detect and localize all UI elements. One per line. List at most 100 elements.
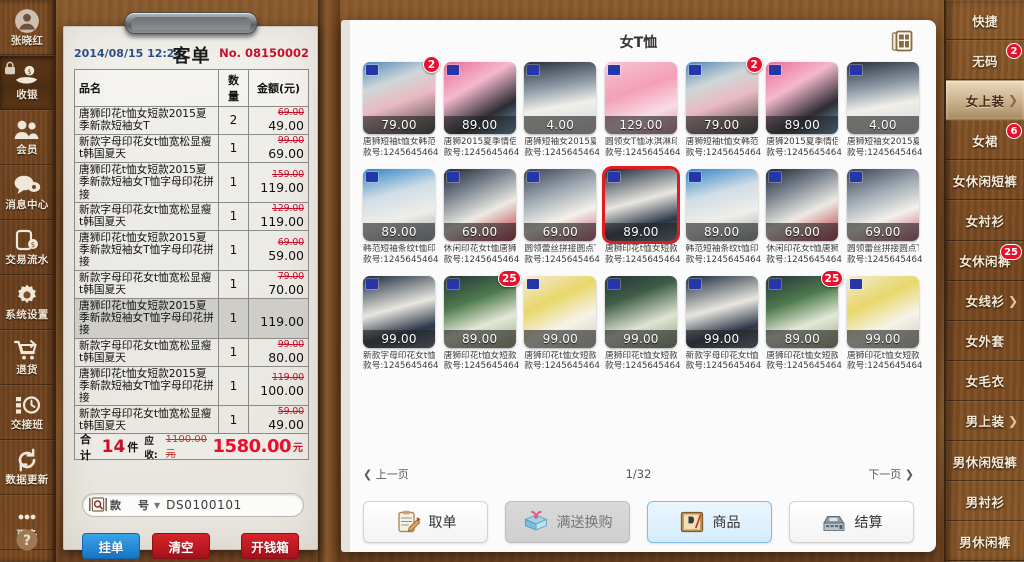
product-card[interactable]: 89.00 25 唐狮印花t恤女短款字款号:1245645464 <box>443 269 521 373</box>
table-row[interactable]: 唐狮印花t恤女短款2015夏季新款短袖女T恤字母印花拼接 1 69.00 59.00 <box>74 229 309 271</box>
product-name: 唐狮2015夏季情侣 <box>443 137 516 147</box>
product-card[interactable]: 69.00 圆领蕾丝拼接圆点T 款号:1245645464 <box>524 168 600 266</box>
category-item-2[interactable]: 女上装 ❯ <box>946 80 1024 121</box>
category-item-0[interactable]: 快捷 <box>946 0 1024 41</box>
goods-button[interactable]: 商品 <box>647 501 772 543</box>
product-thumbnail[interactable]: 129.00 <box>604 62 677 134</box>
product-card[interactable]: 99.00 唐狮印花t恤女短款字款号:1245645464 <box>846 275 923 373</box>
product-card[interactable]: 89.00 韩范短袖条纹t恤印花款号:1245645464 <box>685 168 761 266</box>
category-item-9[interactable]: 女毛衣 <box>946 360 1024 401</box>
product-thumbnail[interactable]: 89.00 <box>443 62 516 134</box>
table-row[interactable]: 新款字母印花女t恤宽松显瘦t韩国夏天 1 129.00 119.00 <box>74 201 309 231</box>
product-card[interactable]: 99.00 新款字母印花女t恤宽款号:1245645464 <box>363 275 439 373</box>
product-thumbnail[interactable]: 89.00 <box>766 62 839 134</box>
product-thumbnail[interactable]: 99.00 <box>363 275 435 348</box>
transactions-icon: $ <box>0 227 54 251</box>
table-row[interactable]: 新款字母印花女t恤宽松显瘦t韩国夏天 1 59.00 49.00 <box>74 405 309 435</box>
next-page-button[interactable]: 下一页 ❯ <box>868 466 914 482</box>
product-name: 圆领蕾丝拼接圆点T <box>524 243 597 254</box>
table-row[interactable]: 唐狮印花t恤女短款2015夏季新款短袖女T恤字母印花拼接 1 159.00 119.0… <box>74 161 309 203</box>
pickup-order-button[interactable]: 取单 <box>363 501 488 543</box>
product-thumbnail[interactable]: 69.00 <box>766 168 839 241</box>
item-original-price: 159.00 <box>271 168 304 180</box>
category-item-3[interactable]: 女裙 6 <box>946 120 1024 161</box>
clipboard-clip-inner <box>131 17 250 30</box>
product-card[interactable]: 89.00 唐狮2015夏季情侣 款号:1245645464 <box>443 62 519 159</box>
caret-down-icon[interactable]: ▼ <box>154 501 160 510</box>
table-row[interactable]: 唐狮印花t恤女短款2015夏季新款短袖女T恤字母印花拼接 1 119.00 100.0… <box>74 365 309 407</box>
product-thumbnail[interactable]: 99.00 <box>524 275 597 348</box>
product-card[interactable]: 129.00 圆领女T恤冰淇淋印 款号:1245645464 <box>604 62 681 159</box>
category-badge: 6 <box>1006 123 1022 140</box>
category-item-6[interactable]: 女休闲裤 25 <box>946 240 1024 281</box>
product-card[interactable]: 79.00 2 唐狮短袖t恤女韩范恤款号:1245645464 <box>363 56 440 159</box>
sidebar-item-cashier[interactable]: $ 收银 <box>0 55 54 110</box>
table-row[interactable]: 唐狮印花t恤女短款2015夏季新款短袖女T恤字母印花拼接 1 119.00 <box>74 297 309 339</box>
product-card[interactable]: 4.00 唐狮短袖女2015夏 款号:1245645464 <box>524 62 600 159</box>
category-item-10[interactable]: 男上装 ❯ <box>946 400 1024 442</box>
product-thumbnail[interactable]: 99.00 <box>685 275 758 348</box>
product-name: 唐狮印花t恤女短款字 <box>604 350 677 361</box>
product-card[interactable]: 99.00 新款字母印花女t恤宽款号:1245645464 <box>685 275 761 373</box>
product-thumbnail[interactable]: 4.00 <box>846 62 919 134</box>
product-card[interactable]: 89.00 韩范短袖条纹t恤印花款号:1245645464 <box>363 168 439 266</box>
sidebar-item-settings[interactable]: 系统设置 <box>0 275 54 330</box>
table-row[interactable]: 新款字母印花女t恤宽松显瘦t韩国夏天 1 79.00 70.00 <box>74 269 309 299</box>
hold-order-button[interactable]: 挂单 <box>82 533 140 559</box>
product-thumbnail[interactable]: 69.00 <box>443 168 516 241</box>
checkout-button[interactable]: 结算 <box>789 501 914 543</box>
prev-page-button[interactable]: ❮ 上一页 <box>363 466 409 482</box>
product-thumbnail[interactable]: 69.00 <box>524 168 597 241</box>
table-row[interactable]: 新款字母印花女t恤宽松显瘦t韩国夏天 1 99.00 69.00 <box>74 133 309 163</box>
product-card[interactable]: 89.00 唐狮2015夏季情侣 款号:1245645464 <box>766 62 842 159</box>
product-card[interactable]: 99.00 唐狮印花t恤女短款字款号:1245645464 <box>604 275 681 373</box>
grid-view-icon[interactable] <box>890 29 914 53</box>
product-thumbnail[interactable]: 79.00 <box>363 62 435 134</box>
category-item-7[interactable]: 女线衫 ❯ <box>946 280 1024 321</box>
chevron-right-icon: ❯ <box>901 468 914 481</box>
new-tag-icon <box>607 278 620 289</box>
product-card[interactable]: 69.00 休闲印花女t恤唐狮圆款号:1245645464 <box>443 168 519 266</box>
sidebar-item-transactions[interactable]: $ 交易流水 <box>0 220 54 275</box>
promo-gift-button[interactable]: 满送换购 <box>505 501 630 543</box>
user-profile[interactable]: 张晓红 <box>0 0 54 55</box>
category-item-8[interactable]: 女外套 <box>946 320 1024 361</box>
product-card[interactable]: 69.00 休闲印花女t恤唐狮圆款号:1245645464 <box>766 168 842 266</box>
category-item-11[interactable]: 男休闲短裤 <box>946 441 1024 482</box>
product-thumbnail[interactable]: 69.00 <box>846 168 919 241</box>
category-badge: 2 <box>1006 43 1022 60</box>
product-card[interactable]: 89.00 25 唐狮印花t恤女短款字款号:1245645464 <box>766 269 844 373</box>
item-name: 新款字母印花女t恤宽松显瘦t韩国夏天 <box>74 269 219 299</box>
product-card[interactable]: 89.00 唐狮印花t恤女短款字款号:1245645464 <box>604 168 681 266</box>
product-card[interactable]: 99.00 唐狮印花t恤女短款字款号:1245645464 <box>524 275 600 373</box>
sidebar-item-return[interactable]: 退货 <box>0 330 54 385</box>
help-button[interactable]: ? <box>0 521 54 558</box>
new-tag-icon <box>527 171 540 182</box>
sidebar-item-members[interactable]: 会员 <box>0 110 54 165</box>
category-item-5[interactable]: 女衬衫 <box>946 200 1024 241</box>
category-item-4[interactable]: 女休闲短裤 <box>946 160 1024 201</box>
table-row[interactable]: 唐狮印花t恤女短款2015夏季新款短袖女T 2 69.00 49.00 <box>74 106 309 135</box>
style-code-value[interactable]: DS0100101 <box>166 498 242 512</box>
category-item-13[interactable]: 男休闲裤 <box>946 521 1024 562</box>
table-row[interactable]: 新款字母印花女t恤宽松显瘦t韩国夏天 1 99.00 80.00 <box>74 337 309 367</box>
product-thumbnail[interactable]: 89.00 <box>363 168 435 241</box>
sidebar-item-message-center[interactable]: 消息中心 <box>0 165 54 220</box>
open-cash-drawer-button[interactable]: 开钱箱 <box>241 533 299 559</box>
sidebar-item-shift-handover[interactable]: 交接班 <box>0 385 54 440</box>
item-qty: 2 <box>218 106 249 135</box>
product-card[interactable]: 69.00 圆领蕾丝拼接圆点T 款号:1245645464 <box>846 168 923 266</box>
product-card[interactable]: 79.00 2 唐狮短袖t恤女韩范 款号:1245645464 <box>685 56 763 159</box>
style-code-search[interactable]: 款 号 ▼ DS0100101 <box>82 493 304 517</box>
clear-order-button[interactable]: 清空 <box>152 533 210 559</box>
product-thumbnail[interactable]: 79.00 <box>685 62 758 134</box>
product-thumbnail[interactable]: 4.00 <box>524 62 597 134</box>
product-thumbnail[interactable]: 99.00 <box>846 275 919 348</box>
product-thumbnail[interactable]: 89.00 <box>604 168 677 241</box>
product-thumbnail[interactable]: 89.00 <box>685 168 758 241</box>
sidebar-item-data-update[interactable]: 数据更新 <box>0 440 54 495</box>
product-thumbnail[interactable]: 99.00 <box>604 275 677 348</box>
category-item-1[interactable]: 无码 2 <box>946 40 1024 81</box>
product-card[interactable]: 4.00 唐狮短袖女2015夏 款号:1245645464 <box>846 62 923 159</box>
category-item-12[interactable]: 男衬衫 <box>946 481 1024 522</box>
